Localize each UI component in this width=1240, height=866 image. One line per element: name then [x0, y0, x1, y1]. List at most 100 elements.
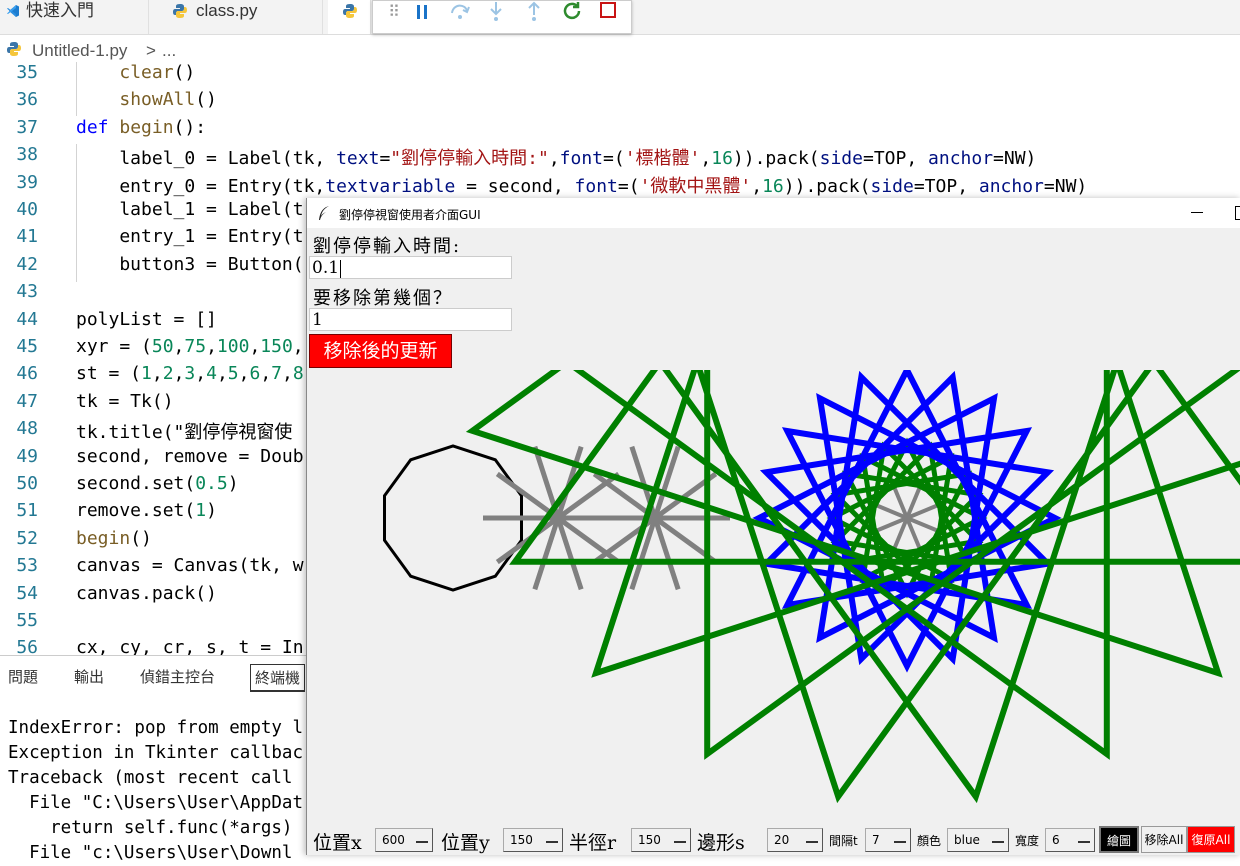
line-number: 54	[16, 582, 38, 604]
line-number: 40	[16, 199, 38, 220]
remove-index-label: 要移除第幾個？	[313, 288, 453, 309]
line-number: 50	[16, 473, 38, 494]
remove-index-entry[interactable]: 1	[309, 308, 512, 331]
code-line[interactable]: label_1 = Label(t	[76, 199, 303, 220]
code-line[interactable]: xyr = (50,75,100,150,	[76, 336, 304, 357]
code-line[interactable]: canvas = Canvas(tk, w	[76, 555, 304, 576]
breadcrumb-file[interactable]: Untitled-1.py	[32, 41, 127, 61]
code-line[interactable]: tk.title("劉停停視窗使	[76, 418, 292, 444]
position-x-option-menu[interactable]: 600	[375, 828, 433, 852]
restore-all-button[interactable]: 復原All	[1187, 826, 1235, 853]
code-line[interactable]: canvas.pack()	[76, 583, 217, 604]
vscode-icon	[6, 3, 20, 17]
drag-handle-icon[interactable]: ⠿	[381, 1, 407, 23]
draw-button[interactable]: 繪圖	[1099, 826, 1139, 853]
pause-icon[interactable]	[409, 1, 435, 23]
maximize-icon[interactable]	[1235, 206, 1240, 220]
code-line[interactable]: entry_0 = Entry(tk,textvariable = second…	[76, 172, 1087, 198]
code-line[interactable]: button3 = Button(	[76, 254, 303, 275]
color-option-menu[interactable]: blue	[947, 828, 1009, 852]
terminal-line: File "C:\Users\User\AppDat	[8, 793, 304, 813]
restart-icon[interactable]	[559, 1, 585, 23]
code-line[interactable]: second, remove = Doub	[76, 446, 304, 467]
radius-value: 150	[638, 833, 661, 847]
tab-output[interactable]: 輸出	[74, 666, 104, 687]
code-line[interactable]: def begin():	[76, 117, 206, 138]
code-line[interactable]: entry_1 = Entry(t	[76, 226, 303, 247]
line-number: 52	[16, 527, 38, 549]
tab-label: 快速入門	[26, 1, 94, 20]
sides-label: 邊形s	[697, 832, 745, 854]
line-number: 51	[16, 500, 38, 522]
dropdown-indicator-icon	[546, 841, 558, 843]
tab-class-py[interactable]: class.py	[150, 0, 323, 34]
color-value: blue	[954, 833, 980, 847]
color-label: 顏色	[917, 834, 942, 848]
radius-option-menu[interactable]: 150	[631, 828, 691, 852]
line-number: 39	[16, 171, 38, 193]
remove-all-button[interactable]: 移除All	[1141, 826, 1187, 853]
control-bar: 位置x 600 位置y 150 半徑r 150 邊形s 20 間隔t 7 顏色 blue 寬度 6 繪圖 移除…	[307, 824, 1240, 855]
time-label: 劉停停輸入時間:	[313, 236, 462, 257]
code-line[interactable]: begin()	[76, 528, 152, 549]
python-file-icon	[6, 41, 22, 62]
drawing-canvas	[383, 370, 1240, 804]
tk-window: 劉停停視窗使用者介面GUI 劉停停輸入時間: 0.1 要移除第幾個？ 1 移除後…	[306, 198, 1240, 855]
line-number: 41	[16, 226, 38, 248]
code-line[interactable]: showAll()	[76, 89, 217, 110]
interval-option-menu[interactable]: 7	[865, 828, 911, 852]
sides-value: 20	[774, 833, 790, 847]
terminal-line: Traceback (most recent call	[8, 768, 293, 788]
line-number: 53	[16, 555, 38, 577]
time-entry-value: 0.1	[312, 258, 340, 278]
code-line[interactable]: label_0 = Label(tk, text="劉停停輸入時間:",font…	[76, 144, 1036, 170]
line-number: 55	[16, 610, 38, 631]
tab-terminal[interactable]: 終端機	[250, 664, 306, 692]
code-line[interactable]: tk = Tk()	[76, 391, 174, 412]
sides-option-menu[interactable]: 20	[767, 828, 823, 852]
line-number: 44	[16, 308, 38, 330]
line-number: 38	[16, 144, 38, 166]
code-line[interactable]: remove.set(1)	[76, 500, 217, 521]
terminal-line: IndexError: pop from empty l	[8, 718, 304, 738]
width-value: 6	[1052, 833, 1060, 847]
code-line[interactable]: st = (1,2,3,4,5,6,7,8	[76, 363, 304, 384]
dropdown-indicator-icon	[416, 841, 428, 843]
code-line[interactable]: polyList = []	[76, 309, 217, 330]
code-line[interactable]: second.set(0.5)	[76, 473, 239, 494]
dropdown-indicator-icon	[1078, 841, 1090, 843]
terminal-output[interactable]: IndexError: pop from empty l Exception in…	[8, 716, 303, 866]
code-line[interactable]: clear()	[76, 62, 195, 83]
tab-problems[interactable]: 問題	[8, 666, 38, 687]
line-number: 36	[16, 89, 38, 111]
stop-icon[interactable]	[595, 1, 621, 23]
position-y-option-menu[interactable]: 150	[503, 828, 563, 852]
step-into-icon[interactable]	[483, 1, 509, 23]
feather-icon	[317, 205, 331, 225]
dropdown-indicator-icon	[674, 841, 686, 843]
breadcrumb-rest[interactable]: ...	[162, 41, 176, 61]
position-x-label: 位置x	[313, 832, 362, 854]
width-option-menu[interactable]: 6	[1045, 828, 1095, 852]
tk-title-bar[interactable]: 劉停停視窗使用者介面GUI	[307, 198, 1240, 228]
interval-label: 間隔t	[829, 834, 858, 848]
interval-value: 7	[872, 833, 880, 847]
dropdown-indicator-icon	[894, 841, 906, 843]
time-entry[interactable]: 0.1	[309, 256, 512, 279]
step-over-icon[interactable]	[447, 1, 473, 23]
minimize-icon[interactable]	[1191, 212, 1203, 213]
line-number: 42	[16, 253, 38, 275]
update-after-remove-button[interactable]: 移除後的更新	[309, 334, 452, 368]
tab-debug-console[interactable]: 偵錯主控台	[140, 666, 215, 687]
step-out-icon[interactable]	[521, 1, 547, 23]
terminal-line: Exception in Tkinter callbac	[8, 743, 304, 763]
tab-quick-start[interactable]: 快速入門	[0, 0, 149, 34]
tk-window-title: 劉停停視窗使用者介面GUI	[339, 208, 481, 222]
python-file-icon	[172, 3, 187, 18]
tab-label: class.py	[196, 1, 258, 20]
tab-untitled-1[interactable]	[328, 0, 371, 34]
green-star-large	[465, 370, 1240, 804]
debug-toolbar: ⠿	[372, 0, 632, 34]
line-number: 46	[16, 363, 38, 385]
line-number: 37	[16, 116, 38, 138]
